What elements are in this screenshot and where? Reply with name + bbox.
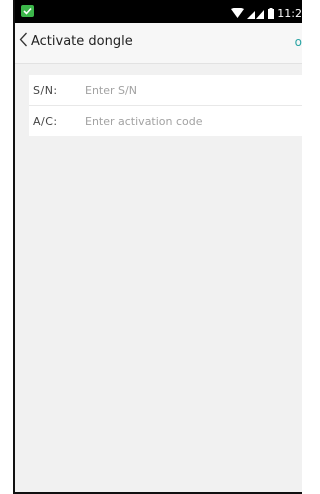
phone-screen: 11:2 Activate dongle o S/N: A/C:: [13, 0, 302, 494]
sn-label: S/N:: [33, 83, 58, 97]
confirm-button[interactable]: o: [295, 35, 302, 49]
status-bar: 11:2: [15, 0, 302, 23]
status-icons: 11:2: [231, 4, 302, 23]
page-title: Activate dongle: [31, 34, 133, 49]
status-time: 11:2: [277, 7, 302, 20]
sn-row: S/N:: [29, 75, 302, 106]
chevron-left-icon: [19, 32, 31, 51]
activation-form: S/N: A/C:: [29, 75, 302, 136]
nav-bar: Activate dongle o: [15, 23, 302, 64]
signal-icon: [247, 4, 265, 23]
ac-row: A/C:: [29, 106, 302, 136]
activation-code-input[interactable]: [85, 114, 285, 128]
ac-label: A/C:: [33, 114, 58, 128]
sn-input[interactable]: [85, 83, 285, 97]
wifi-icon: [231, 4, 245, 23]
back-button[interactable]: Activate dongle: [19, 32, 133, 51]
notification-check-icon: [21, 5, 34, 17]
battery-icon: [268, 4, 275, 23]
